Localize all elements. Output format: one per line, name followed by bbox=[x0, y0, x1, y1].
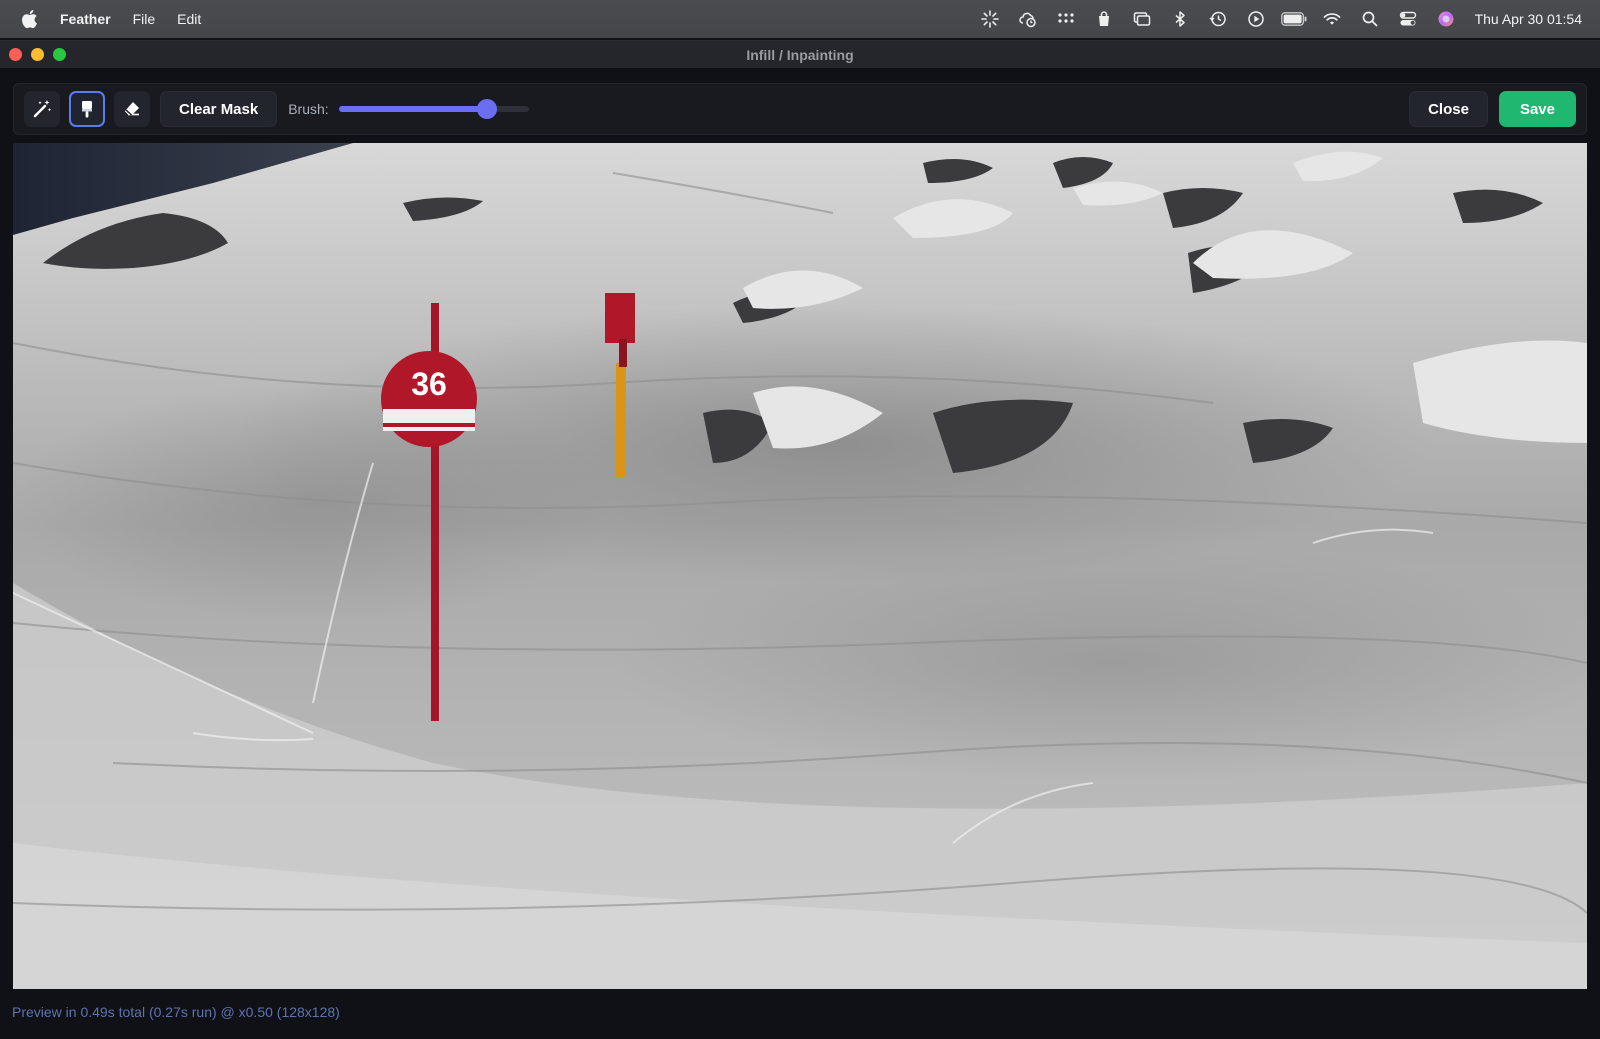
save-button[interactable]: Save bbox=[1498, 91, 1576, 127]
brush-label: Brush: bbox=[288, 101, 329, 117]
brush-icon bbox=[82, 101, 92, 118]
brush-size-slider[interactable] bbox=[338, 99, 529, 119]
app-menu[interactable]: Feather bbox=[60, 11, 111, 27]
cloud-clock-icon[interactable] bbox=[1009, 0, 1047, 38]
app-window: Infill / Inpainting Clear Mask Brush: Cl… bbox=[0, 40, 1600, 1039]
apple-logo-icon[interactable] bbox=[20, 9, 38, 29]
eraser-tool-button[interactable] bbox=[114, 91, 150, 127]
sign-number: 36 bbox=[411, 366, 447, 402]
window-title: Infill / Inpainting bbox=[746, 47, 854, 63]
file-menu[interactable]: File bbox=[133, 11, 156, 27]
grid-dots-icon[interactable] bbox=[1047, 0, 1085, 38]
eraser-icon bbox=[124, 102, 139, 116]
bag-icon[interactable] bbox=[1085, 0, 1123, 38]
brush-slider-thumb[interactable] bbox=[476, 99, 497, 119]
magic-wand-tool-button[interactable] bbox=[24, 91, 60, 127]
brush-slider-fill bbox=[338, 106, 487, 112]
wifi-icon[interactable] bbox=[1313, 0, 1351, 38]
title-bar: Infill / Inpainting bbox=[0, 41, 1600, 69]
play-icon[interactable] bbox=[1237, 0, 1275, 38]
spark-icon[interactable] bbox=[971, 0, 1009, 38]
magic-wand-icon bbox=[33, 100, 52, 118]
control-center-icon[interactable] bbox=[1389, 0, 1427, 38]
brush-tool-button[interactable] bbox=[69, 91, 105, 127]
edit-menu[interactable]: Edit bbox=[177, 11, 201, 27]
battery-icon[interactable] bbox=[1275, 0, 1313, 38]
display-icon[interactable] bbox=[1123, 0, 1161, 38]
menubar-clock[interactable]: Thu Apr 30 01:54 bbox=[1475, 11, 1582, 27]
clear-mask-button[interactable]: Clear Mask bbox=[160, 91, 278, 127]
status-text: Preview in 0.49s total (0.27s run) @ x0.… bbox=[12, 1004, 340, 1020]
siri-icon[interactable] bbox=[1427, 0, 1465, 38]
status-icons bbox=[971, 0, 1465, 38]
toolbar: Clear Mask Brush: Close Save bbox=[13, 83, 1587, 135]
search-icon[interactable] bbox=[1351, 0, 1389, 38]
close-button[interactable]: Close bbox=[1409, 91, 1488, 127]
snow-slope-image: 36 bbox=[13, 143, 1587, 989]
time-machine-icon[interactable] bbox=[1199, 0, 1237, 38]
bluetooth-icon[interactable] bbox=[1161, 0, 1199, 38]
menu-bar: Feather File Edit Thu Apr 30 01:54 bbox=[0, 0, 1600, 38]
image-canvas[interactable]: 36 bbox=[13, 143, 1587, 989]
